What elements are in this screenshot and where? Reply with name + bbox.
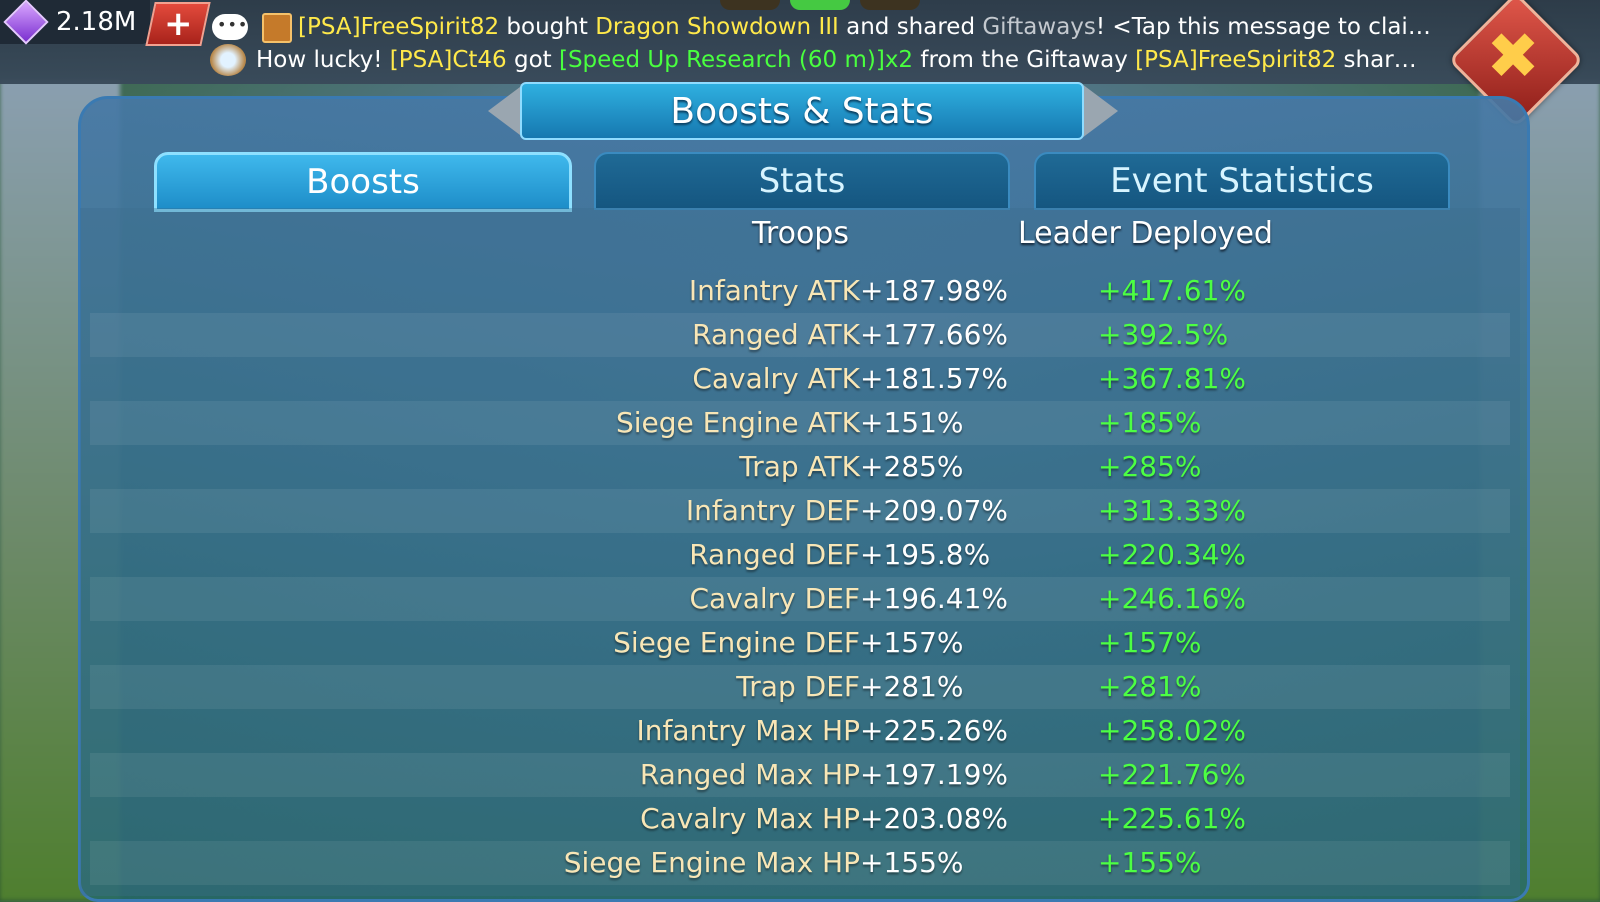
page-dot (720, 0, 780, 10)
table-row: Ranged DEF +195.8% +220.34% (90, 533, 1510, 577)
gift-icon (262, 13, 292, 43)
table-row: Cavalry ATK +181.57% +367.81% (90, 357, 1510, 401)
stat-name: Cavalry Max HP (640, 802, 860, 835)
table-row: Infantry ATK +187.98% +417.61% (90, 269, 1510, 313)
stat-troops-value: +195.8% (860, 538, 991, 571)
arrow-right-icon (1082, 84, 1118, 138)
table-row: Cavalry Max HP +203.08% +225.61% (90, 797, 1510, 841)
chat-text: How lucky! (256, 47, 390, 73)
stat-troops-value: +196.41% (860, 582, 1009, 615)
stat-name: Infantry ATK (688, 274, 860, 307)
stat-name: Cavalry DEF (689, 582, 860, 615)
chat-player-name[interactable]: [PSA]Ct46 (390, 47, 507, 73)
stat-troops-value: +203.08% (860, 802, 1009, 835)
chat-item-name: [Speed Up Research (60 m)]x2 (558, 47, 914, 73)
stat-troops-value: +197.19% (860, 758, 1009, 791)
tab-event-statistics[interactable]: Event Statistics (1034, 152, 1450, 210)
table-row: Trap ATK +285% +285% (90, 445, 1510, 489)
stat-troops-value: +225.26% (860, 714, 1009, 747)
stat-leader-value: +367.81% (1098, 362, 1247, 395)
chat-item-name: Dragon Showdown III (595, 14, 839, 40)
chat-player-name[interactable]: [PSA]FreeSpirit82 (298, 14, 499, 40)
stat-leader-value: +285% (1098, 450, 1202, 483)
stat-leader-value: +417.61% (1098, 274, 1247, 307)
stat-name: Siege Engine ATK (616, 406, 860, 439)
tab-label: Stats (758, 161, 846, 201)
stat-name: Ranged Max HP (639, 758, 860, 791)
table-row: Cavalry DEF +196.41% +246.16% (90, 577, 1510, 621)
table-row: Infantry DEF +209.07% +313.33% (90, 489, 1510, 533)
stat-name: Siege Engine DEF (613, 626, 860, 659)
stat-leader-value: +392.5% (1098, 318, 1229, 351)
tab-label: Boosts (306, 162, 420, 202)
stat-leader-value: +313.33% (1098, 494, 1247, 527)
stat-name: Infantry Max HP (636, 714, 860, 747)
badge-icon (210, 44, 246, 76)
chat-player-name[interactable]: [PSA]FreeSpirit82 (1135, 47, 1336, 73)
stat-troops-value: +177.66% (860, 318, 1009, 351)
stat-name: Ranged ATK (692, 318, 860, 351)
chat-text: and shared (838, 14, 983, 40)
stat-troops-value: +281% (860, 670, 964, 703)
stat-troops-value: +209.07% (860, 494, 1009, 527)
chat-text: bought (499, 14, 596, 40)
stat-name: Ranged DEF (689, 538, 860, 571)
chat-text: got (506, 47, 559, 73)
add-gems-button[interactable]: + (145, 2, 211, 46)
stat-leader-value: +221.76% (1098, 758, 1247, 791)
stat-leader-value: +155% (1098, 846, 1202, 879)
chat-text: shar… (1336, 47, 1417, 73)
chat-giftaway-link[interactable]: Giftaways (982, 14, 1096, 40)
stat-troops-value: +187.98% (860, 274, 1009, 307)
title-banner: Boosts & Stats (520, 82, 1084, 140)
stat-troops-value: +181.57% (860, 362, 1009, 395)
table-row: Trap DEF +281% +281% (90, 665, 1510, 709)
table-row: Siege Engine ATK +151% +185% (90, 401, 1510, 445)
stat-troops-value: +151% (860, 406, 964, 439)
stat-name: Trap ATK (739, 450, 860, 483)
chat-text: ! <Tap this message to clai… (1095, 14, 1431, 40)
table-row: Ranged ATK +177.66% +392.5% (90, 313, 1510, 357)
table-row: Ranged Max HP +197.19% +221.76% (90, 753, 1510, 797)
page-indicator (720, 0, 920, 10)
stat-name: Infantry DEF (685, 494, 860, 527)
stat-troops-value: +157% (860, 626, 964, 659)
gem-value: 2.18M (56, 7, 137, 37)
stat-leader-value: +258.02% (1098, 714, 1247, 747)
table-row: Siege Engine Max HP +155% +155% (90, 841, 1510, 885)
arrow-left-icon (488, 84, 524, 138)
column-header-troops: Troops (752, 216, 849, 251)
stat-troops-value: +155% (860, 846, 964, 879)
stat-leader-value: +225.61% (1098, 802, 1247, 835)
column-header-leader-deployed: Leader Deployed (1018, 216, 1273, 251)
tab-boosts[interactable]: Boosts (154, 152, 572, 212)
stat-name: Siege Engine Max HP (563, 846, 860, 879)
stat-name: Cavalry ATK (692, 362, 860, 395)
stat-troops-value: +285% (860, 450, 964, 483)
page-dot-active (790, 0, 850, 10)
plus-icon: + (163, 4, 193, 44)
table-row: Infantry Max HP +225.26% +258.02% (90, 709, 1510, 753)
gem-counter: 2.18M (0, 0, 150, 45)
chat-message-2[interactable]: How lucky! [PSA]Ct46 got [Speed Up Resea… (256, 47, 1417, 73)
close-icon[interactable]: ✖ (1468, 12, 1558, 102)
chat-bubble-icon[interactable] (212, 14, 248, 40)
chat-message-1[interactable]: [PSA]FreeSpirit82 bought Dragon Showdown… (298, 14, 1431, 40)
stat-leader-value: +220.34% (1098, 538, 1247, 571)
tab-label: Event Statistics (1110, 161, 1374, 201)
chat-text: from the Giftaway (913, 47, 1136, 73)
stat-leader-value: +185% (1098, 406, 1202, 439)
stat-leader-value: +157% (1098, 626, 1202, 659)
stat-leader-value: +246.16% (1098, 582, 1247, 615)
stat-name: Trap DEF (736, 670, 860, 703)
table-row: Siege Engine DEF +157% +157% (90, 621, 1510, 665)
tab-stats[interactable]: Stats (594, 152, 1010, 210)
page-title: Boosts & Stats (670, 90, 934, 132)
stat-leader-value: +281% (1098, 670, 1202, 703)
page-dot (860, 0, 920, 10)
gem-icon (3, 0, 49, 45)
